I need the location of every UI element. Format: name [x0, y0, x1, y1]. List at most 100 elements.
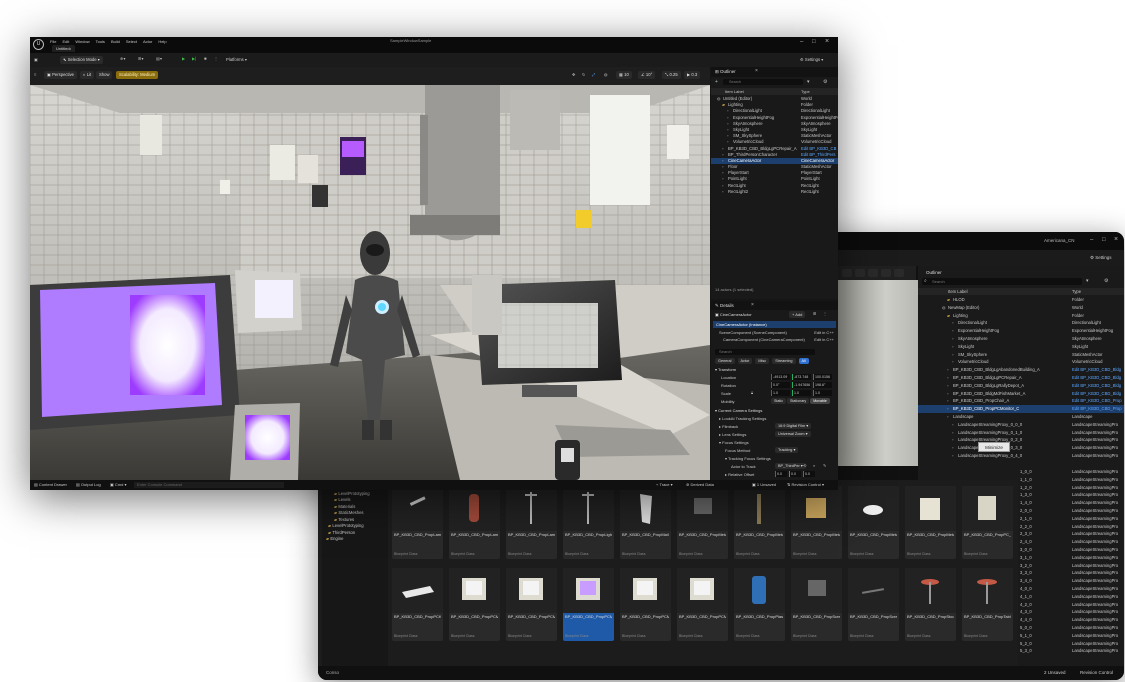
derived-data-button[interactable]: ⊚ Derived Data: [686, 480, 714, 490]
filter-icon[interactable]: ▾: [1086, 278, 1089, 284]
proxy-row[interactable]: 4_1_0 LandscapeStreamingPro: [1018, 593, 1124, 601]
camera-speed[interactable]: ▶ 0.3: [684, 71, 701, 79]
rotation-snap[interactable]: ∠ 10°: [638, 71, 656, 79]
close-icon[interactable]: ×: [825, 38, 829, 45]
rotate-toggle[interactable]: [868, 269, 878, 277]
outliner-row-type[interactable]: Edit BP_KB3D_CBD_Bldg: [1072, 390, 1124, 398]
proxy-row[interactable]: 1_3_0 LandscapeStreamingPro: [1018, 491, 1124, 499]
grid-toggle[interactable]: [855, 269, 865, 277]
scale-toggle[interactable]: [881, 269, 891, 277]
proxy-row[interactable]: 1_4_0 LandscapeStreamingPro: [1018, 499, 1124, 507]
proxy-row[interactable]: 3_3_0 LandscapeStreamingPro: [1018, 569, 1124, 577]
proxy-row[interactable]: 1_1_0 LandscapeStreamingPro: [1018, 476, 1124, 484]
details-tab-actor[interactable]: Actor: [737, 358, 753, 364]
stop-icon[interactable]: ■: [204, 56, 207, 61]
menu-select[interactable]: Select: [126, 39, 137, 44]
content-drawer-button[interactable]: ▤ Content Drawer: [34, 480, 67, 490]
col-item-label[interactable]: Item Label: [948, 289, 968, 294]
vector-field[interactable]: 1.0: [813, 390, 832, 396]
close-tab-icon[interactable]: ×: [751, 302, 754, 308]
outliner-row[interactable]: ▫ LandscapeStreamingProxy_0_4_0 LandscapeS…: [918, 452, 1124, 460]
vector-field[interactable]: 0.0: [789, 471, 801, 477]
mobility-static[interactable]: Static: [771, 398, 786, 404]
vector-field[interactable]: 198.6°: [813, 382, 832, 388]
blueprint-icon[interactable]: ⊞: [813, 311, 816, 316]
proxy-row[interactable]: 2_0_0 LandscapeStreamingPro: [1018, 507, 1124, 515]
maximize-icon[interactable]: □: [1102, 237, 1106, 243]
outliner-row[interactable]: ▫ BP_KB3D_CBD_PropPCMonitor_C Edit BP_KB3D…: [918, 405, 1124, 413]
proxy-row[interactable]: 4_2_0 LandscapeStreamingPro: [1018, 601, 1124, 609]
back-unsaved-indicator[interactable]: 2 Unsaved: [1044, 670, 1066, 675]
lens-label[interactable]: ▸ Lens Settings: [719, 432, 746, 437]
outliner-row-type[interactable]: Edit BP_KB3D_CBD_Bldg: [1072, 366, 1124, 374]
maximize-icon[interactable]: □: [812, 39, 816, 45]
tracking-section[interactable]: ▾ Tracking Focus Settings: [725, 456, 771, 461]
vector-field[interactable]: -1.947656: [792, 382, 811, 388]
details-tab-streaming[interactable]: Streaming: [772, 358, 796, 364]
proxy-row[interactable]: 4_3_0 LandscapeStreamingPro: [1018, 608, 1124, 616]
settings-icon[interactable]: ⚙: [1104, 278, 1108, 284]
camera-settings-section[interactable]: ▾ Current Camera Settings: [715, 408, 762, 413]
outliner-title[interactable]: ⊞ Outliner: [715, 69, 736, 75]
mobility-movable[interactable]: Movable: [810, 398, 830, 404]
outliner-row[interactable]: ▫ SkyAtmosphere SkyAtmosphere: [918, 335, 1124, 343]
add-icon[interactable]: +: [715, 79, 718, 85]
vector-field[interactable]: 0.0°: [771, 382, 790, 388]
vector-field[interactable]: 1.0: [792, 390, 811, 396]
relative-offset-label[interactable]: ▸ Relative Offset: [725, 472, 754, 477]
details-tab-general[interactable]: General: [715, 358, 735, 364]
proxy-row[interactable]: 2_4_0 LandscapeStreamingPro: [1018, 538, 1124, 546]
outliner-row[interactable]: ▫ RectLight2 RectLight: [711, 189, 838, 195]
outliner-row[interactable]: ▫ DirectionalLight DirectionalLight: [918, 319, 1124, 327]
selection-mode-dropdown[interactable]: ⬉ Selection Mode ▾: [60, 56, 103, 64]
perspective-button[interactable]: ▣ Perspective: [44, 71, 78, 79]
folder-tree-item[interactable]: ▰ Engine: [322, 536, 388, 543]
camera-speed[interactable]: [894, 269, 904, 277]
outliner-row[interactable]: ▫ BP_KB3D_CBD_BldgLgPCRepair_A Edit BP_KB3…: [918, 374, 1124, 382]
close-icon[interactable]: ×: [1114, 236, 1118, 243]
details-title[interactable]: ✎ Details: [715, 303, 734, 309]
outliner-row-type[interactable]: Edit BP_KB3D_CBD_Bldg: [1072, 374, 1124, 382]
asset-tile[interactable]: BP_KB3D_CBD_PropMetalScreen_A Blueprint C…: [677, 486, 728, 559]
col-type[interactable]: Type: [801, 88, 810, 95]
add-component-button[interactable]: + Add: [789, 311, 806, 318]
proxy-row[interactable]: 1_0_0 LandscapeStreamingPro: [1018, 468, 1124, 476]
proxy-row[interactable]: 4_4_0 LandscapeStreamingPro: [1018, 616, 1124, 624]
asset-tile[interactable]: BP_KB3D_CBD_PropMetalSign_D Blueprint Cla…: [848, 486, 899, 559]
vector-field[interactable]: 0.0: [803, 471, 815, 477]
filmback-label[interactable]: ▸ Filmback: [719, 424, 738, 429]
asset-tile[interactable]: BP_KB3D_CBD_PropPCKeyboard_A Blueprint Cl…: [392, 568, 443, 641]
back-viewport[interactable]: [838, 280, 918, 466]
arrow-icon[interactable]: ⟲: [803, 463, 806, 468]
proxy-row[interactable]: 3_2_0 LandscapeStreamingPro: [1018, 562, 1124, 570]
asset-tile[interactable]: BP_KB3D_CBD_PropPCMonitor_A Blueprint Cla…: [449, 568, 500, 641]
component-instance[interactable]: CineCameraActor (Instance): [713, 321, 836, 328]
outliner-row[interactable]: ▫ SkyLight SkyLight: [918, 343, 1124, 351]
outliner-row[interactable]: ▫ BP_KB3D_CBD_BldgLgRallyDepot_A Edit BP_K…: [918, 382, 1124, 390]
level-viewport[interactable]: [30, 85, 710, 480]
menu-tools[interactable]: Tools: [96, 39, 105, 44]
asset-tile[interactable]: BP_KB3D_CBD_PropPCMonitor_E Blueprint Cla…: [677, 568, 728, 641]
details-tab-misc[interactable]: Misc: [755, 358, 770, 364]
menu-actor[interactable]: Actor: [143, 39, 152, 44]
minimize-icon[interactable]: –: [1090, 237, 1093, 243]
transform-scale-icon[interactable]: ⤢: [592, 72, 595, 77]
proxy-row[interactable]: 1_2_0 LandscapeStreamingPro: [1018, 484, 1124, 492]
add-actor-icon[interactable]: ⊕▾: [120, 56, 126, 61]
settings-button[interactable]: ⚙ Settings ▾: [800, 57, 823, 62]
asset-tile[interactable]: BP_KB3D_CBD_PropStool_C Blueprint Class: [905, 568, 956, 641]
outliner-row[interactable]: ▫ LandscapeStreamingProxy_0_1_0 LandscapeS…: [918, 429, 1124, 437]
asset-tile[interactable]: BP_KB3D_CBD_PropLamp_C Blueprint Class: [392, 486, 443, 559]
outliner-row-type[interactable]: Edit BP_KB3D_CBD_Bldg: [1072, 382, 1124, 390]
revision-control-button[interactable]: ⇅ Revision Control ▾: [787, 480, 824, 490]
col-type[interactable]: Type: [1072, 289, 1081, 294]
asset-tile[interactable]: BP_KB3D_CBD_PropScreen_B Blueprint Class: [791, 568, 842, 641]
asset-tile[interactable]: BP_KB3D_CBD_PropPCMonitor_C Blueprint Cla…: [563, 568, 614, 641]
details-tab-all[interactable]: All: [798, 358, 809, 364]
menu-edit[interactable]: Edit: [62, 39, 69, 44]
proxy-row[interactable]: 2_2_0 LandscapeStreamingPro: [1018, 523, 1124, 531]
asset-tile[interactable]: BP_KB3D_CBD_PropLightPole_C Blueprint Cla…: [563, 486, 614, 559]
hamburger-icon[interactable]: ≡: [34, 72, 36, 77]
platforms-dropdown[interactable]: Platforms ▾: [226, 57, 247, 62]
col-item-label[interactable]: Item Label: [725, 88, 744, 95]
